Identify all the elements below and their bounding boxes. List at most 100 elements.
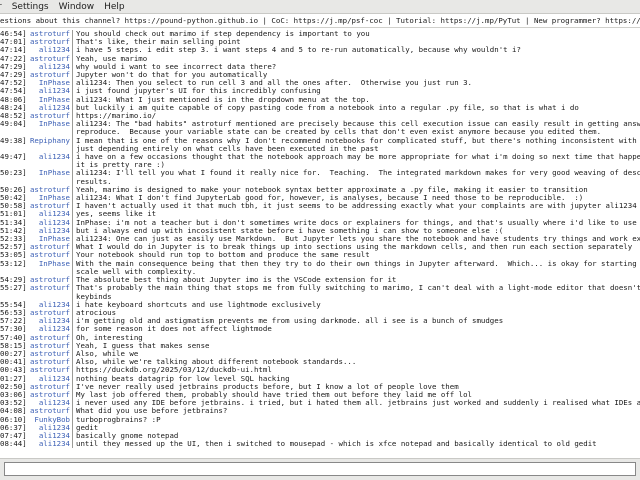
message-text: That's probably the main thing that stop… [76,284,640,293]
chat-message: it is pretty rare :) [0,161,640,170]
message-text: keybinds [76,292,112,301]
message-text: why would i want to see incorrect data t… [76,62,277,71]
nick-separator [72,218,73,227]
message-nick[interactable]: ali1234 [26,87,70,95]
message-nick[interactable]: astroturf [26,407,70,415]
message-nick[interactable]: astroturf [26,112,70,120]
message-nick[interactable]: ali1234 [26,301,70,309]
message-nick[interactable]: InPhase [26,194,70,202]
message-nick[interactable]: Repiphany [26,137,70,145]
message-nick[interactable]: ali1234 [26,46,70,54]
message-timestamp: 47:22] [0,54,26,63]
message-nick[interactable] [26,161,70,169]
message-nick[interactable]: astroturf [26,251,70,259]
message-text: atrocious [76,308,117,317]
message-nick[interactable]: astroturf [26,276,70,284]
message-nick[interactable]: ali1234 [26,440,70,448]
message-timestamp [0,128,26,136]
chat-message: 57:30] ali1234 for some reason it does not… [0,325,640,334]
nick-separator [72,267,73,277]
message-timestamp [0,293,26,301]
message-nick[interactable]: astroturf [26,342,70,350]
chat-log[interactable]: 46:54] astroturf You should check out mari… [0,30,640,456]
message-nick[interactable]: ali1234 [26,424,70,432]
message-nick[interactable]: ali1234 [26,399,70,407]
message-nick[interactable]: ali1234 [26,325,70,333]
message-nick[interactable]: InPhase [26,79,70,87]
message-text: What I would do in Jupyter is to break t… [76,243,633,252]
message-nick[interactable]: ali1234 [26,63,70,71]
chat-message: 52:33] InPhase ali1234: One can just as ea… [0,235,640,244]
message-text: Also, while we [76,349,139,358]
message-timestamp: 49:38] [0,136,26,145]
message-nick[interactable]: ali1234 [26,153,70,161]
nick-separator [72,128,73,137]
message-nick[interactable]: InPhase [26,235,70,243]
chat-message: 57:22] ali1234 i'm getting old and astigma… [0,317,640,326]
message-text: i'm getting old and astigmatism prevents… [76,317,504,326]
menu-item-window[interactable]: Window [54,2,100,12]
message-nick[interactable] [26,178,70,186]
message-nick[interactable]: astroturf [26,334,70,342]
message-timestamp: 47:54] [0,87,26,96]
menu-item-help[interactable]: Help [99,2,130,12]
message-nick[interactable]: InPhase [26,120,70,128]
chat-message: 58:15] astroturf Yeah, I guess that makes … [0,341,640,350]
message-nick[interactable]: astroturf [26,186,70,194]
chat-message: scale well with complexity. [0,267,640,277]
menu-item-settings[interactable]: Settings [7,2,54,12]
message-nick[interactable]: astroturf [26,30,70,38]
nick-separator [72,317,73,326]
message-nick[interactable]: FunkyBob [26,416,70,424]
message-nick[interactable]: InPhase [26,96,70,104]
message-timestamp: 50:58] [0,202,26,211]
message-timestamp: 48:24] [0,103,26,112]
message-nick[interactable]: astroturf [26,243,70,251]
chat-message: 00:41] astroturf Also, while we're talking… [0,358,640,367]
message-timestamp [0,178,26,186]
message-nick[interactable]: InPhase [26,260,70,268]
nick-separator [72,153,73,162]
message-nick[interactable] [26,268,70,276]
message-nick[interactable]: astroturf [26,38,70,46]
message-nick[interactable]: InPhase [26,169,70,177]
message-nick[interactable]: astroturf [26,358,70,366]
message-nick[interactable]: astroturf [26,391,70,399]
message-input[interactable] [4,462,636,476]
message-nick[interactable] [26,293,70,301]
message-nick[interactable]: ali1234 [26,104,70,112]
nick-separator [72,341,73,350]
message-nick[interactable]: astroturf [26,202,70,210]
menu-item-server[interactable]: r [0,2,7,12]
message-nick[interactable]: ali1234 [26,317,70,325]
message-text: I've never really used jetbrains product… [76,382,459,391]
message-timestamp: 50:42] [0,194,26,203]
nick-separator [72,202,73,211]
message-nick[interactable]: ali1234 [26,219,70,227]
message-nick[interactable]: astroturf [26,309,70,317]
chat-message: 48:24] ali1234 but luckily i am quite capa… [0,103,640,113]
nick-separator [72,144,73,154]
message-text: basically gnome notepad [76,431,179,440]
message-nick[interactable] [26,145,70,153]
nick-separator [72,374,73,383]
message-text: results. [76,177,112,186]
message-nick[interactable]: ali1234 [26,210,70,218]
message-nick[interactable]: astroturf [26,383,70,391]
message-nick[interactable]: astroturf [26,55,70,63]
message-timestamp: 49:04] [0,120,26,129]
message-nick[interactable]: ali1234 [26,375,70,383]
message-nick[interactable]: ali1234 [26,432,70,440]
chat-message: 47:22] astroturf Yeah, use marimo [0,54,640,63]
message-nick[interactable]: astroturf [26,71,70,79]
message-nick[interactable]: astroturf [26,350,70,358]
chat-message: 49:38] Repiphany I mean that is one of the… [0,136,640,145]
nick-separator [72,235,73,244]
message-nick[interactable]: astroturf [26,366,70,374]
message-nick[interactable]: astroturf [26,284,70,292]
message-nick[interactable]: ali1234 [26,227,70,235]
nick-separator [72,333,73,342]
chat-message: 02:50] astroturf I've never really used je… [0,382,640,391]
message-nick[interactable] [26,128,70,136]
chat-message: 51:42] ali1234 but i always end up with in… [0,226,640,236]
